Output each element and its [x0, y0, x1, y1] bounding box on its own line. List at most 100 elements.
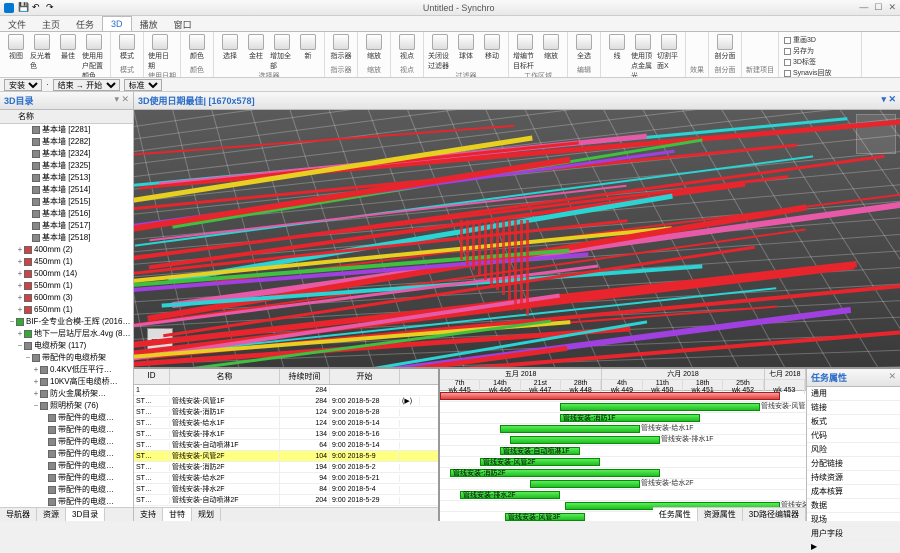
gantt-bar[interactable]: 管线安装-风管2F: [480, 458, 600, 466]
task-row[interactable]: ST…管线安装-自动喷淋2F2049:00 2018-5-29: [134, 495, 438, 506]
tree-node[interactable]: −电缆桥架 (117): [0, 340, 133, 352]
gantt-bar[interactable]: 管线安装-排水2F: [460, 491, 560, 499]
left-tab[interactable]: 导航器: [0, 508, 37, 521]
ribbon-btn[interactable]: 视点: [395, 34, 419, 61]
task-row[interactable]: ST…管线安装-风管2F1049:00 2018-5-9: [134, 451, 438, 462]
ribbon-side-item[interactable]: 另存为: [784, 46, 856, 56]
task-col-header[interactable]: 名称: [170, 369, 280, 384]
qat-save-icon[interactable]: 💾: [18, 2, 30, 14]
tree-node[interactable]: +600mm (3): [0, 292, 133, 304]
gantt-bar[interactable]: 管线安装-消防1F: [560, 414, 700, 422]
tab-播放[interactable]: 播放: [132, 16, 166, 31]
tree-node[interactable]: 基本墙 [2518]: [0, 232, 133, 244]
ribbon-btn[interactable]: 金柱: [244, 34, 268, 71]
tree-node[interactable]: 基本墙 [2324]: [0, 148, 133, 160]
ribbon-btn[interactable]: 移动: [480, 34, 504, 71]
ribbon-btn[interactable]: 增编节目标杆: [513, 34, 537, 71]
gantt-bar[interactable]: 管线安装-风管3F: [505, 513, 585, 521]
tree-node[interactable]: 基本墙 [2517]: [0, 220, 133, 232]
gantt-bar[interactable]: 管线安装-自动喷淋1F: [500, 447, 580, 455]
task-row[interactable]: 1284: [134, 385, 438, 396]
ribbon-btn[interactable]: 剖分面: [713, 34, 737, 61]
tree-node[interactable]: +650mm (1): [0, 304, 133, 316]
tree-node[interactable]: 带配件的电缆…: [0, 484, 133, 496]
tree-node[interactable]: +550mm (1): [0, 280, 133, 292]
gantt-bar[interactable]: 管线安装-给水1F: [500, 425, 640, 433]
tree-node[interactable]: 带配件的电缆…: [0, 460, 133, 472]
prop-item[interactable]: 数据: [807, 499, 900, 513]
task-row[interactable]: ST…管线安装-消防1F1249:00 2018-5-28: [134, 407, 438, 418]
prop-item[interactable]: 通用: [807, 387, 900, 401]
prop-item[interactable]: 风险: [807, 443, 900, 457]
prop-item[interactable]: 分配链接: [807, 457, 900, 471]
tree-node[interactable]: 带配件的电缆…: [0, 436, 133, 448]
bottom-tab[interactable]: 规划: [192, 508, 221, 521]
tree-node[interactable]: +500mm (14): [0, 268, 133, 280]
tree-node[interactable]: +10KV高压电缆桥…: [0, 376, 133, 388]
ribbon-btn[interactable]: 最佳: [56, 34, 80, 78]
tree-node[interactable]: +400mm (2): [0, 244, 133, 256]
prop-item[interactable]: 持续资源: [807, 471, 900, 485]
gantt-bar[interactable]: 管线安装-排水1F: [510, 436, 660, 444]
ribbon-btn[interactable]: 视图: [4, 34, 28, 78]
tree-node[interactable]: +防火金属桥架…: [0, 388, 133, 400]
panel-controls[interactable]: ▾ ✕: [114, 94, 129, 107]
tree-node[interactable]: +地下一层站厅层水.4vg (8…: [0, 328, 133, 340]
prop-item[interactable]: 成本核算: [807, 485, 900, 499]
gantt-bar[interactable]: 管线安装-风管1F: [560, 403, 760, 411]
tab-3D[interactable]: 3D: [102, 16, 132, 31]
link-type-select[interactable]: 结束 → 开始: [53, 79, 120, 91]
ribbon-btn[interactable]: 选择: [218, 34, 242, 71]
ribbon-btn[interactable]: 颜色: [185, 34, 209, 61]
tree-node[interactable]: 基本墙 [2325]: [0, 160, 133, 172]
task-list-body[interactable]: 1284ST…管线安装-风管1F2849:00 2018-5-28(▶)ST…管…: [134, 385, 438, 507]
prop-item[interactable]: 代码: [807, 429, 900, 443]
ribbon-side-item[interactable]: 重画3D: [784, 35, 856, 45]
maximize-icon[interactable]: ☐: [874, 2, 882, 13]
tree-node[interactable]: −BIF-全专业合模-王辉 (2016…: [0, 316, 133, 328]
tree[interactable]: 基本墙 [2281]基本墙 [2282]基本墙 [2324]基本墙 [2325]…: [0, 124, 133, 507]
ribbon-btn[interactable]: 关闭设过滤器: [428, 34, 452, 71]
tab-任务[interactable]: 任务: [68, 16, 102, 31]
ribbon-side-item[interactable]: Synavis回放: [784, 68, 856, 78]
tree-node[interactable]: 基本墙 [2282]: [0, 136, 133, 148]
task-row[interactable]: ST…管线安装-给水1F1249:00 2018-5-14: [134, 418, 438, 429]
viewport-3d[interactable]: FRONT: [134, 110, 900, 367]
gantt-bar[interactable]: 管线安装-给水2F: [530, 480, 640, 488]
tree-node[interactable]: −带配件的电缆桥架: [0, 352, 133, 364]
task-row[interactable]: ST…管线安装-自动喷淋1F649:00 2018-5-14: [134, 440, 438, 451]
ribbon-btn[interactable]: 球体: [454, 34, 478, 71]
tree-node[interactable]: 带配件的电缆…: [0, 448, 133, 460]
ribbon-btn[interactable]: 模式: [115, 34, 139, 61]
prop-item[interactable]: 链接: [807, 401, 900, 415]
install-select[interactable]: 安装: [4, 79, 42, 91]
prop-item[interactable]: 现场: [807, 513, 900, 527]
task-col-header[interactable]: 开始: [330, 369, 400, 384]
minimize-icon[interactable]: —: [859, 2, 868, 13]
ribbon-btn[interactable]: 缩放: [539, 34, 563, 71]
tab-窗口[interactable]: 窗口: [166, 16, 200, 31]
close-icon[interactable]: ✕: [888, 2, 896, 13]
tree-node[interactable]: 基本墙 [2515]: [0, 196, 133, 208]
tree-col-header[interactable]: 名称: [0, 110, 133, 124]
ribbon-btn[interactable]: 指示器: [329, 34, 353, 61]
tree-node[interactable]: −照明桥架 (76): [0, 400, 133, 412]
left-tab[interactable]: 资源: [37, 508, 66, 521]
gantt-body[interactable]: 管线安装-风管1F 管线安装-消防1F 管线安装-给水1F 管线安装-排水1F 管线安装…: [440, 391, 806, 521]
tree-node[interactable]: 基本墙 [2281]: [0, 124, 133, 136]
bottom-tab[interactable]: 支持: [134, 508, 163, 521]
right-tab[interactable]: 任务属性: [653, 508, 698, 521]
ribbon-btn[interactable]: 反光着色: [30, 34, 54, 78]
task-col-header[interactable]: ID: [134, 369, 170, 384]
ribbon-btn[interactable]: 切割平面X: [657, 34, 681, 78]
right-tab[interactable]: 资源属性: [698, 508, 743, 521]
ribbon-side-item[interactable]: 3D标签: [784, 57, 856, 67]
tab-主页[interactable]: 主页: [34, 16, 68, 31]
right-panel-controls[interactable]: ✕: [888, 371, 896, 384]
gantt[interactable]: 五月 20187thwk 44514thwk 44621stwk 44728th…: [440, 369, 806, 521]
ribbon-btn[interactable]: 增加全部: [270, 34, 294, 71]
tree-node[interactable]: +0.4KV低压平行…: [0, 364, 133, 376]
tree-node[interactable]: 带配件的电缆…: [0, 424, 133, 436]
ribbon-btn[interactable]: 使用顶点金属光: [631, 34, 655, 78]
task-row[interactable]: ST…管线安装-消防2F1949:00 2018-5-2: [134, 462, 438, 473]
